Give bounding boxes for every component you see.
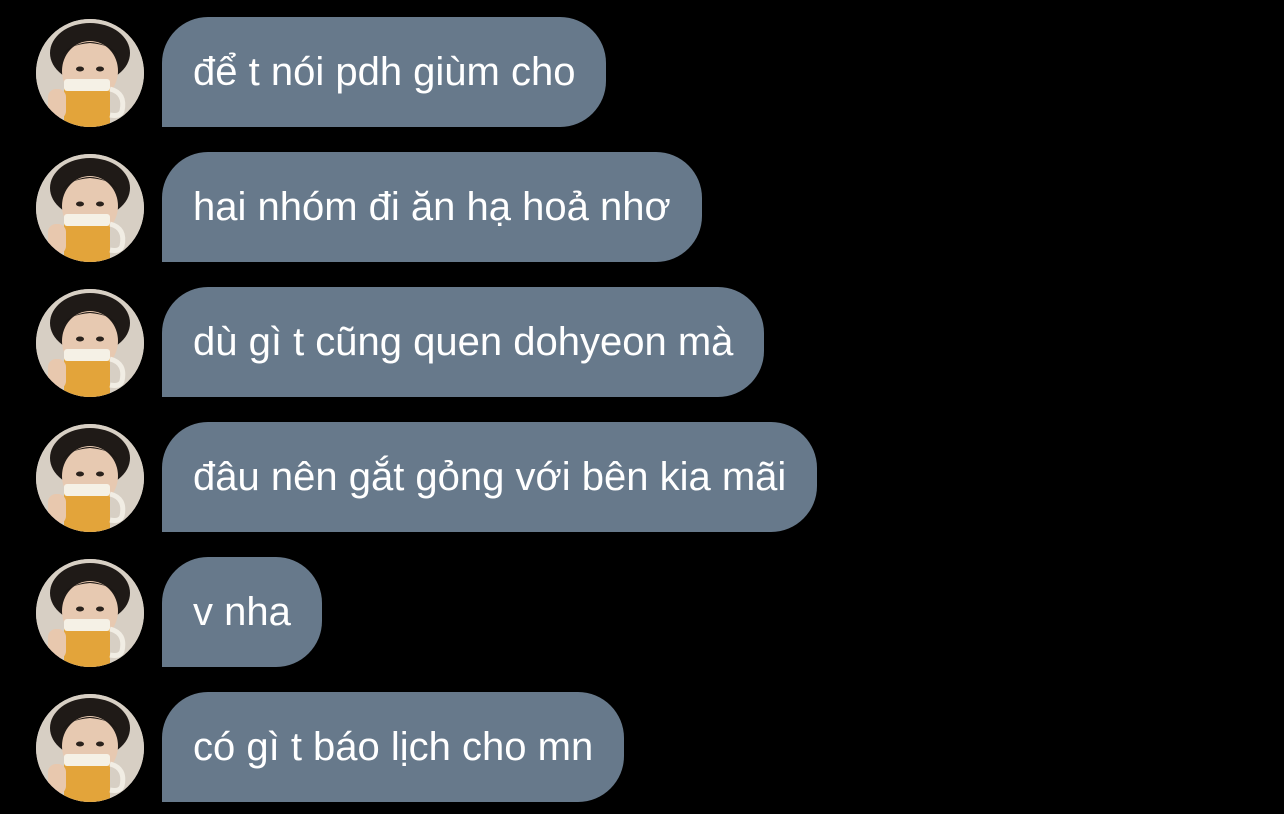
message-text: dù gì t cũng quen dohyeon mà [193,320,734,364]
message-bubble[interactable]: có gì t báo lịch cho mn [162,692,625,802]
message-row: đâu nên gắt gỏng với bên kia mãi [0,422,1284,532]
avatar-photo [36,289,144,397]
avatar-photo [36,19,144,127]
avatar[interactable] [36,559,144,667]
message-row: hai nhóm đi ăn hạ hoả nhơ [0,152,1284,262]
avatar[interactable] [36,289,144,397]
avatar-photo [36,424,144,532]
message-text: để t nói pdh giùm cho [193,50,576,94]
message-bubble[interactable]: đâu nên gắt gỏng với bên kia mãi [162,422,818,532]
message-bubble[interactable]: dù gì t cũng quen dohyeon mà [162,287,765,397]
avatar[interactable] [36,424,144,532]
message-row: v nha [0,557,1284,667]
avatar[interactable] [36,19,144,127]
avatar[interactable] [36,694,144,802]
message-row: để t nói pdh giùm cho [0,17,1284,127]
message-bubble[interactable]: hai nhóm đi ăn hạ hoả nhơ [162,152,702,262]
message-row: dù gì t cũng quen dohyeon mà [0,287,1284,397]
message-row: có gì t báo lịch cho mn [0,692,1284,802]
message-bubble[interactable]: để t nói pdh giùm cho [162,17,607,127]
avatar-photo [36,559,144,667]
avatar[interactable] [36,154,144,262]
avatar-photo [36,694,144,802]
message-text: đâu nên gắt gỏng với bên kia mãi [193,455,787,499]
message-text: có gì t báo lịch cho mn [193,725,594,769]
chat-thread: để t nói pdh giùm cho hai nhóm đi ăn hạ … [0,0,1284,814]
message-text: v nha [193,590,291,634]
message-bubble[interactable]: v nha [162,557,322,667]
message-text: hai nhóm đi ăn hạ hoả nhơ [193,185,671,229]
avatar-photo [36,154,144,262]
